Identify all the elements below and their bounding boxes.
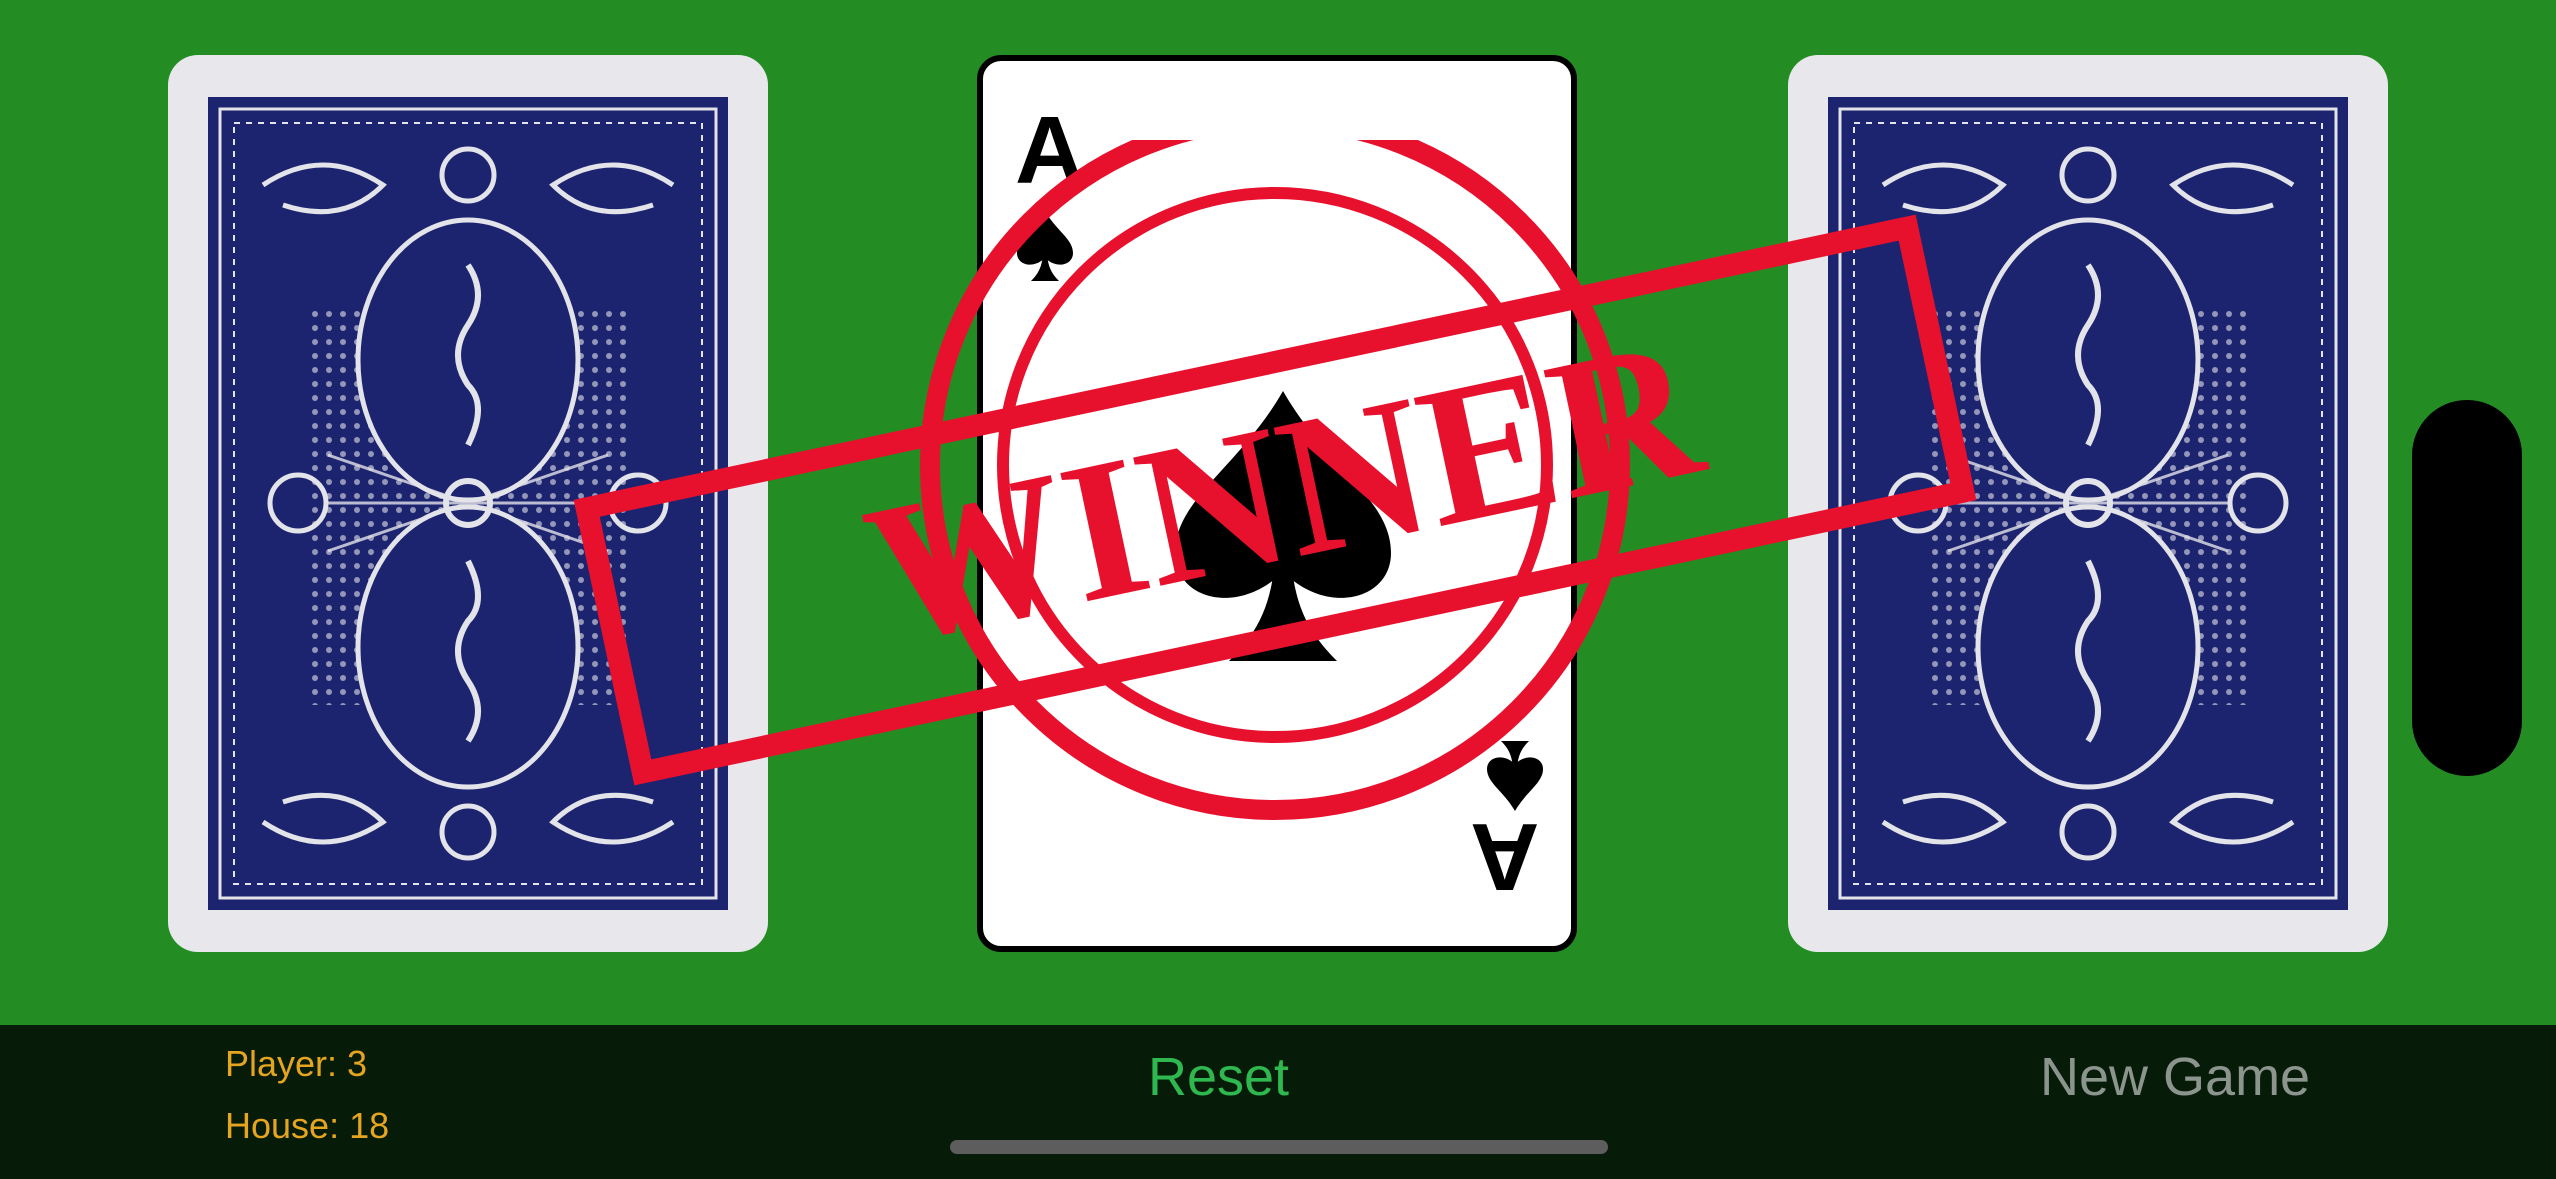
- player-score: Player: 3: [225, 1043, 368, 1084]
- winner-stamp: WINNER: [573, 140, 1977, 820]
- reset-button[interactable]: Reset: [1148, 1050, 1289, 1104]
- home-indicator[interactable]: [950, 1140, 1608, 1154]
- side-handle[interactable]: [2412, 400, 2522, 776]
- new-game-button[interactable]: New Game: [2040, 1050, 2310, 1104]
- house-score: House: 18: [225, 1105, 390, 1146]
